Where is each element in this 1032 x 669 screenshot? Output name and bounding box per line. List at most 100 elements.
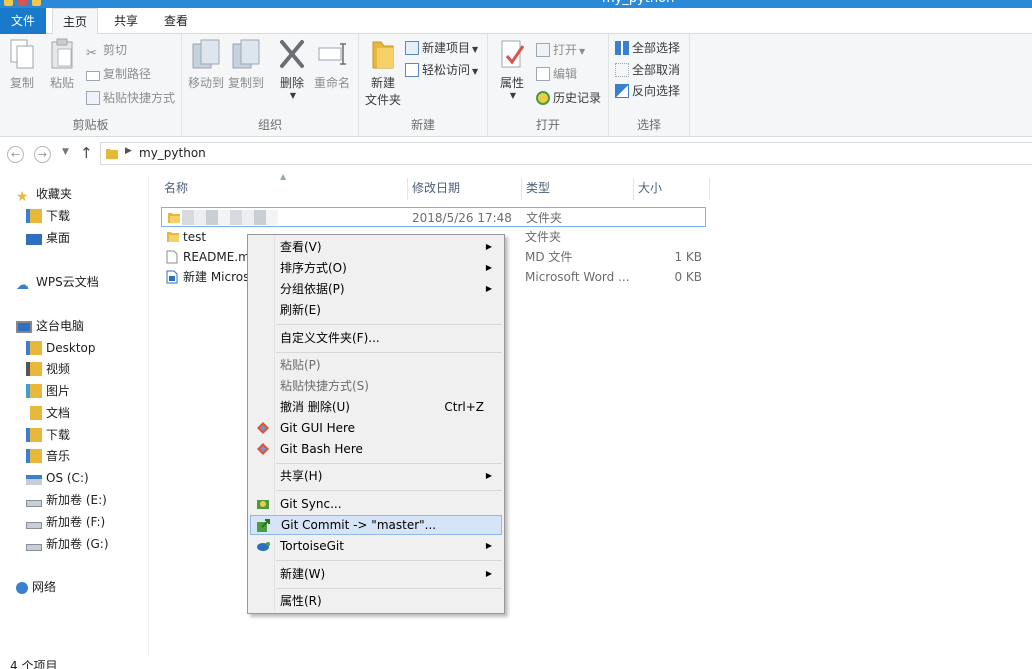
nav-drive-f[interactable]: 新加卷 (F:) — [26, 512, 105, 532]
delete-dropdown-icon[interactable]: ▼ — [276, 91, 310, 100]
delete-button[interactable]: 删除 ▼ — [274, 38, 310, 100]
scissors-icon: ✂ — [86, 46, 97, 61]
breadcrumb-path[interactable]: my_python — [139, 146, 206, 160]
file-size: 0 KB — [674, 270, 702, 284]
folder-icon — [26, 341, 42, 355]
menu-item-group[interactable]: 分组依据(P) ▶ — [250, 279, 502, 299]
easy-access-label: 轻松访问 — [422, 63, 471, 77]
column-header-name[interactable]: 名称 — [160, 178, 408, 200]
column-header-size[interactable]: 大小 — [634, 178, 710, 200]
up-arrow-icon[interactable]: ↑ — [80, 144, 93, 162]
nav-drive-g[interactable]: 新加卷 (G:) — [26, 534, 109, 554]
back-button[interactable]: ← — [7, 146, 24, 163]
easy-access-button[interactable]: 轻松访问 ▼ — [405, 60, 478, 80]
forward-button[interactable]: → — [34, 146, 51, 163]
open-button[interactable]: 打开 ▼ — [536, 40, 585, 60]
paste-shortcut-button[interactable]: 粘贴快捷方式 — [86, 88, 175, 108]
new-item-button[interactable]: 新建项目 ▼ — [405, 38, 478, 58]
recent-locations-icon[interactable]: ▼ — [62, 147, 69, 157]
file-type: MD 文件 — [525, 250, 573, 264]
menu-label: 刷新(E) — [280, 303, 321, 317]
nav-desktop[interactable]: Desktop — [26, 338, 96, 358]
select-none-icon — [615, 63, 629, 77]
menu-separator — [276, 463, 502, 464]
paste-shortcut-label: 粘贴快捷方式 — [103, 91, 176, 105]
nav-label: 音乐 — [46, 449, 71, 463]
delete-icon — [280, 40, 304, 68]
nav-documents[interactable]: 文档 — [26, 403, 70, 423]
nav-favorites[interactable]: ★ 收藏夹 — [16, 184, 72, 204]
quick-access-folder-icon[interactable] — [32, 0, 41, 6]
git-sync-icon — [257, 500, 269, 509]
menu-item-git-bash[interactable]: Git Bash Here — [250, 439, 502, 459]
select-none-button[interactable]: 全部取消 — [615, 60, 680, 80]
nav-pictures[interactable]: 图片 — [26, 381, 70, 401]
move-to-button[interactable]: 移动到 — [186, 38, 226, 91]
file-type: Microsoft Word ... — [525, 270, 630, 284]
nav-drive-e[interactable]: 新加卷 (E:) — [26, 490, 107, 510]
menu-item-undo[interactable]: 撤消 删除(U) Ctrl+Z — [250, 397, 502, 417]
history-button[interactable]: 历史记录 — [536, 88, 601, 108]
menu-item-paste[interactable]: 粘贴(P) — [250, 355, 502, 375]
copy-button[interactable]: 复制 — [6, 38, 38, 91]
menu-item-refresh[interactable]: 刷新(E) — [250, 300, 502, 320]
menu-item-git-sync[interactable]: Git Sync... — [250, 494, 502, 514]
menu-item-share[interactable]: 共享(H) ▶ — [250, 466, 502, 486]
nav-downloads[interactable]: 下载 — [26, 425, 70, 445]
nav-videos[interactable]: 视频 — [26, 359, 70, 379]
edit-button[interactable]: 编辑 — [536, 64, 577, 84]
nav-label: 文档 — [46, 406, 71, 420]
menu-item-new[interactable]: 新建(W) ▶ — [250, 564, 502, 584]
copy-label: 复制 — [9, 76, 34, 90]
context-menu: 查看(V) ▶ 排序方式(O) ▶ 分组依据(P) ▶ 刷新(E) 自定义文件夹(F)… — [247, 234, 505, 614]
video-folder-icon — [26, 362, 42, 376]
invert-selection-button[interactable]: 反向选择 — [615, 81, 680, 101]
submenu-arrow-icon: ▶ — [485, 541, 492, 550]
nav-downloads-fav[interactable]: 下载 — [26, 206, 70, 226]
tab-home[interactable]: 主页 — [52, 8, 98, 35]
ribbon-tabs: 文件 主页 共享 查看 — [0, 8, 1032, 35]
breadcrumb-chevron-icon[interactable]: ▶ — [125, 146, 132, 156]
file-row-folder-selected[interactable]: 2018/5/26 17:48 文件夹 — [161, 207, 706, 227]
nav-network[interactable]: 网络 — [16, 577, 56, 597]
column-header-type[interactable]: 类型 — [522, 178, 634, 200]
menu-item-tortoisegit[interactable]: TortoiseGit ▶ — [250, 536, 502, 556]
menu-item-git-commit[interactable]: Git Commit -> "master"... — [250, 515, 502, 535]
easy-access-dropdown-icon: ▼ — [472, 67, 479, 76]
address-bar[interactable]: ▶ my_python — [100, 142, 1032, 165]
organize-group-label: 组织 — [257, 118, 282, 132]
star-icon: ★ — [16, 189, 29, 205]
tab-view[interactable]: 查看 — [156, 8, 196, 34]
menu-item-properties[interactable]: 属性(R) — [250, 591, 502, 611]
nav-desktop-fav[interactable]: 桌面 — [26, 228, 70, 248]
menu-item-view[interactable]: 查看(V) ▶ — [250, 237, 502, 257]
menu-item-git-gui[interactable]: Git GUI Here — [250, 418, 502, 438]
menu-item-sort[interactable]: 排序方式(O) ▶ — [250, 258, 502, 278]
menu-item-customize[interactable]: 自定义文件夹(F)... — [250, 328, 502, 348]
new-folder-button[interactable]: 新建 文件夹 — [363, 38, 403, 108]
nav-this-pc[interactable]: 这台电脑 — [16, 316, 84, 336]
documents-folder-icon — [26, 406, 42, 420]
tab-file[interactable]: 文件 — [0, 8, 46, 34]
properties-dropdown-icon[interactable]: ▼ — [498, 91, 528, 100]
copy-path-button[interactable]: 复制路径 — [86, 64, 151, 84]
computer-icon — [16, 321, 32, 333]
nav-drive-c[interactable]: OS (C:) — [26, 468, 89, 488]
cut-button[interactable]: ✂ 剪切 — [86, 40, 127, 61]
redacted-name — [182, 210, 278, 225]
rename-button[interactable]: 重命名 — [312, 38, 352, 91]
clipboard-group: 复制 粘贴 ✂ 剪切 复制路径 粘贴快捷方式 剪贴板 — [0, 34, 182, 137]
paste-button[interactable]: 粘贴 — [46, 38, 78, 91]
properties-button[interactable]: 属性 ▼ — [496, 38, 528, 100]
nav-label: 下载 — [46, 209, 71, 223]
tab-share[interactable]: 共享 — [106, 8, 146, 34]
copy-to-button[interactable]: 复制到 — [226, 38, 266, 91]
new-item-icon — [405, 41, 419, 55]
column-header-date[interactable]: 修改日期 — [408, 178, 522, 200]
select-all-button[interactable]: 全部选择 — [615, 38, 680, 58]
menu-item-paste-shortcut[interactable]: 粘贴快捷方式(S) — [250, 376, 502, 396]
nav-music[interactable]: 音乐 — [26, 446, 70, 466]
nav-label: 图片 — [46, 384, 71, 398]
nav-wps-cloud[interactable]: ☁ WPS云文档 — [16, 272, 99, 293]
quick-access-icon[interactable] — [18, 0, 27, 6]
